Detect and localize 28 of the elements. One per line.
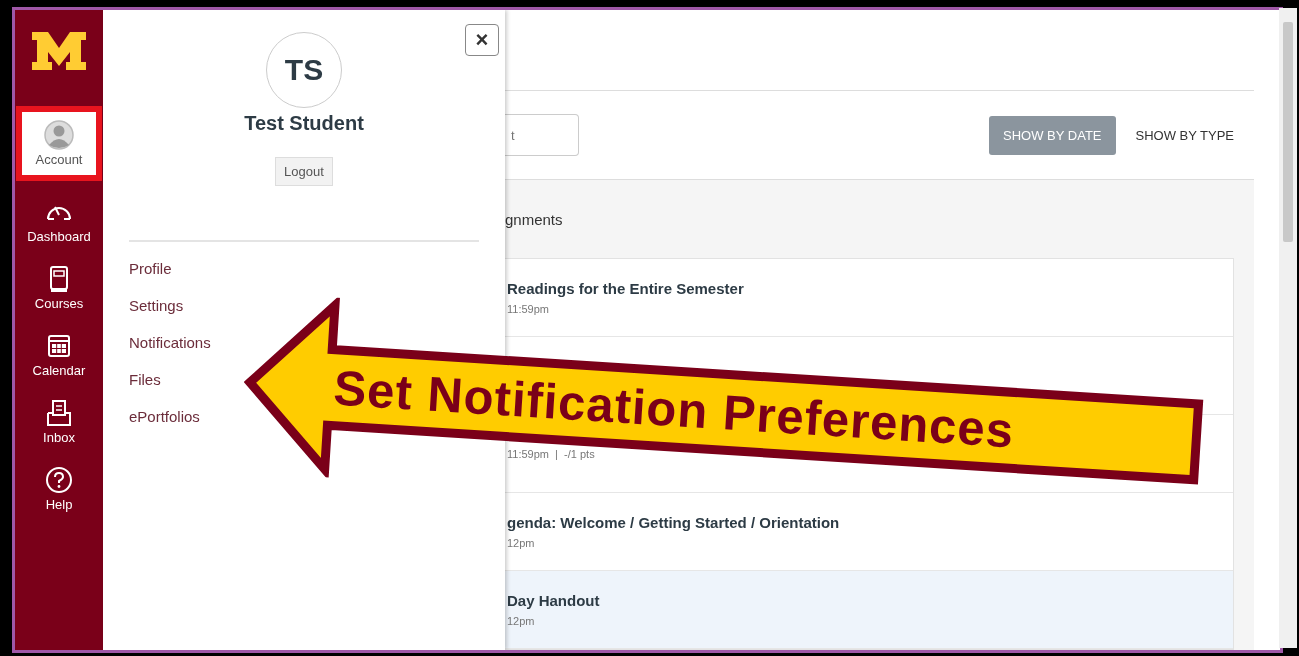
nav-item[interactable]: Calendar [16,321,102,388]
group-title: gnments [505,210,563,228]
nav-item[interactable]: Inbox [16,388,102,455]
account-link[interactable]: Notifications [129,334,211,351]
assignment-title[interactable]: Readings for the Entire Semester [507,280,1233,297]
nav-item[interactable]: Dashboard [16,187,102,254]
nav-item[interactable]: Help [16,455,102,522]
due-info: 12pm [507,615,536,627]
help-icon [44,465,74,495]
assignment-title[interactable]: Day Handout [507,592,1233,609]
account-icon [44,120,74,150]
account-link[interactable]: Settings [129,297,184,314]
due-info: 11:59pm | -/1 pts [507,447,596,460]
account-link[interactable]: ePortfolios [129,408,200,425]
logout-button[interactable]: Logout [275,157,333,186]
search-field[interactable]: t [505,114,579,157]
nav-item[interactable]: Courses [16,254,102,321]
view-toggle-button[interactable]: SHOW BY TYPE [1121,115,1248,155]
due-info: 12pm [507,537,536,549]
account-link[interactable]: Profile [129,260,172,277]
scrollbar-thumb[interactable] [1283,22,1293,242]
user-name: Test Student [244,112,364,135]
close-button[interactable]: × [465,24,499,56]
due-info: 11:59pm [507,303,550,315]
inbox-icon [44,398,74,428]
account-link[interactable]: Files [129,371,161,388]
assignment-title[interactable]: genda: Welcome / Getting Started / Orientation [507,514,1233,531]
nav-item[interactable]: Account [16,106,102,181]
